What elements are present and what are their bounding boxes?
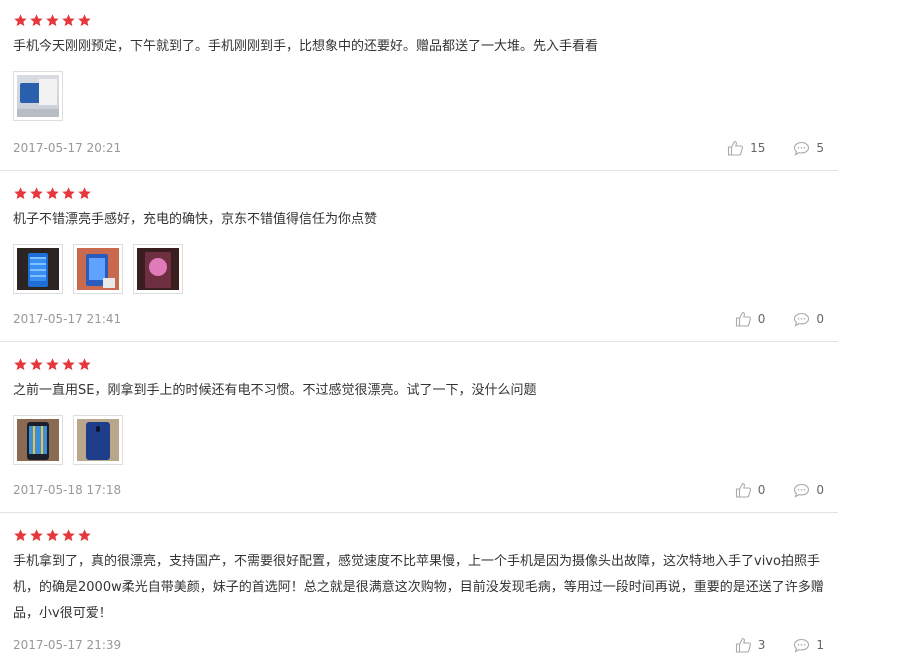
star-icon <box>13 186 28 201</box>
photo-box-contents <box>17 75 59 117</box>
comment-count: 5 <box>816 141 824 155</box>
thumbs-up-icon <box>735 637 751 653</box>
star-icon <box>77 13 92 28</box>
review-images <box>13 244 838 294</box>
star-icon <box>45 528 60 543</box>
star-icon <box>45 13 60 28</box>
review-image-thumb[interactable] <box>13 415 63 465</box>
review-image-thumb[interactable] <box>73 415 123 465</box>
star-icon <box>29 13 44 28</box>
star-icon <box>29 357 44 372</box>
review-text: 手机今天刚刚预定，下午就到了。手机刚刚到手，比想象中的还要好。赠品都送了一大堆。… <box>13 39 599 54</box>
star-icon <box>29 186 44 201</box>
star-rating <box>13 527 838 543</box>
photo-phone-charging <box>77 248 119 290</box>
like-button[interactable]: 0 <box>735 482 766 498</box>
star-icon <box>45 357 60 372</box>
review-images <box>13 415 838 465</box>
comment-count: 0 <box>816 312 824 326</box>
review-date: 2017-05-17 20:21 <box>13 141 122 155</box>
star-icon <box>77 357 92 372</box>
comment-button[interactable]: 5 <box>793 141 824 156</box>
star-rating <box>13 12 838 28</box>
photo-phone-screen <box>17 248 59 290</box>
photo-phone-back <box>77 419 119 461</box>
comment-bubble-icon <box>794 638 810 653</box>
star-icon <box>61 13 76 28</box>
like-button[interactable]: 3 <box>735 637 766 653</box>
photo-phone-lit <box>137 248 179 290</box>
review-list: 手机今天刚刚预定，下午就到了。手机刚刚到手，比想象中的还要好。赠品都送了一大堆。… <box>0 0 838 667</box>
review-item: 手机今天刚刚预定，下午就到了。手机刚刚到手，比想象中的还要好。赠品都送了一大堆。… <box>0 0 838 171</box>
comment-count: 1 <box>816 638 824 652</box>
like-count: 15 <box>750 141 766 155</box>
comment-bubble-icon <box>794 141 810 156</box>
review-item: 之前一直用SE，刚拿到手上的时候还有电不习惯。不过感觉很漂亮。试了一下，没什么问… <box>0 342 838 513</box>
comment-button[interactable]: 0 <box>793 483 824 498</box>
comment-button[interactable]: 0 <box>793 312 824 327</box>
thumbs-up-icon <box>735 311 751 327</box>
review-text: 之前一直用SE，刚拿到手上的时候还有电不习惯。不过感觉很漂亮。试了一下，没什么问… <box>13 383 537 398</box>
thumbs-up-icon <box>735 482 751 498</box>
review-item: 手机拿到了，真的很漂亮，支持国产，不需要很好配置，感觉速度不比苹果慢，上一个手机… <box>0 513 838 667</box>
thumbs-up-icon <box>728 140 744 156</box>
comment-bubble-icon <box>794 483 810 498</box>
like-count: 3 <box>757 638 766 652</box>
review-image-thumb[interactable] <box>133 244 183 294</box>
review-item: 机子不错漂亮手感好，充电的确快，京东不错值得信任为你点赞 2017-05-17 … <box>0 171 838 342</box>
like-button[interactable]: 0 <box>735 311 766 327</box>
star-icon <box>13 528 28 543</box>
star-icon <box>77 186 92 201</box>
review-text: 手机拿到了，真的很漂亮，支持国产，不需要很好配置，感觉速度不比苹果慢，上一个手机… <box>13 554 824 621</box>
review-image-thumb[interactable] <box>13 71 63 121</box>
review-date: 2017-05-17 21:41 <box>13 312 122 326</box>
star-icon <box>61 186 76 201</box>
review-image-thumb[interactable] <box>73 244 123 294</box>
star-icon <box>61 528 76 543</box>
review-image-thumb[interactable] <box>13 244 63 294</box>
review-date: 2017-05-17 21:39 <box>13 638 122 652</box>
like-count: 0 <box>757 483 766 497</box>
comment-button[interactable]: 1 <box>793 638 824 653</box>
star-icon <box>13 357 28 372</box>
star-icon <box>29 528 44 543</box>
review-text: 机子不错漂亮手感好，充电的确快，京东不错值得信任为你点赞 <box>13 212 378 227</box>
photo-phone-front <box>17 419 59 461</box>
comment-count: 0 <box>816 483 824 497</box>
star-icon <box>13 13 28 28</box>
review-date: 2017-05-18 17:18 <box>13 483 122 497</box>
star-rating <box>13 185 838 201</box>
star-rating <box>13 356 838 372</box>
star-icon <box>61 357 76 372</box>
review-images <box>13 71 838 121</box>
comment-bubble-icon <box>794 312 810 327</box>
like-button[interactable]: 15 <box>727 140 765 156</box>
like-count: 0 <box>757 312 766 326</box>
star-icon <box>77 528 92 543</box>
star-icon <box>45 186 60 201</box>
